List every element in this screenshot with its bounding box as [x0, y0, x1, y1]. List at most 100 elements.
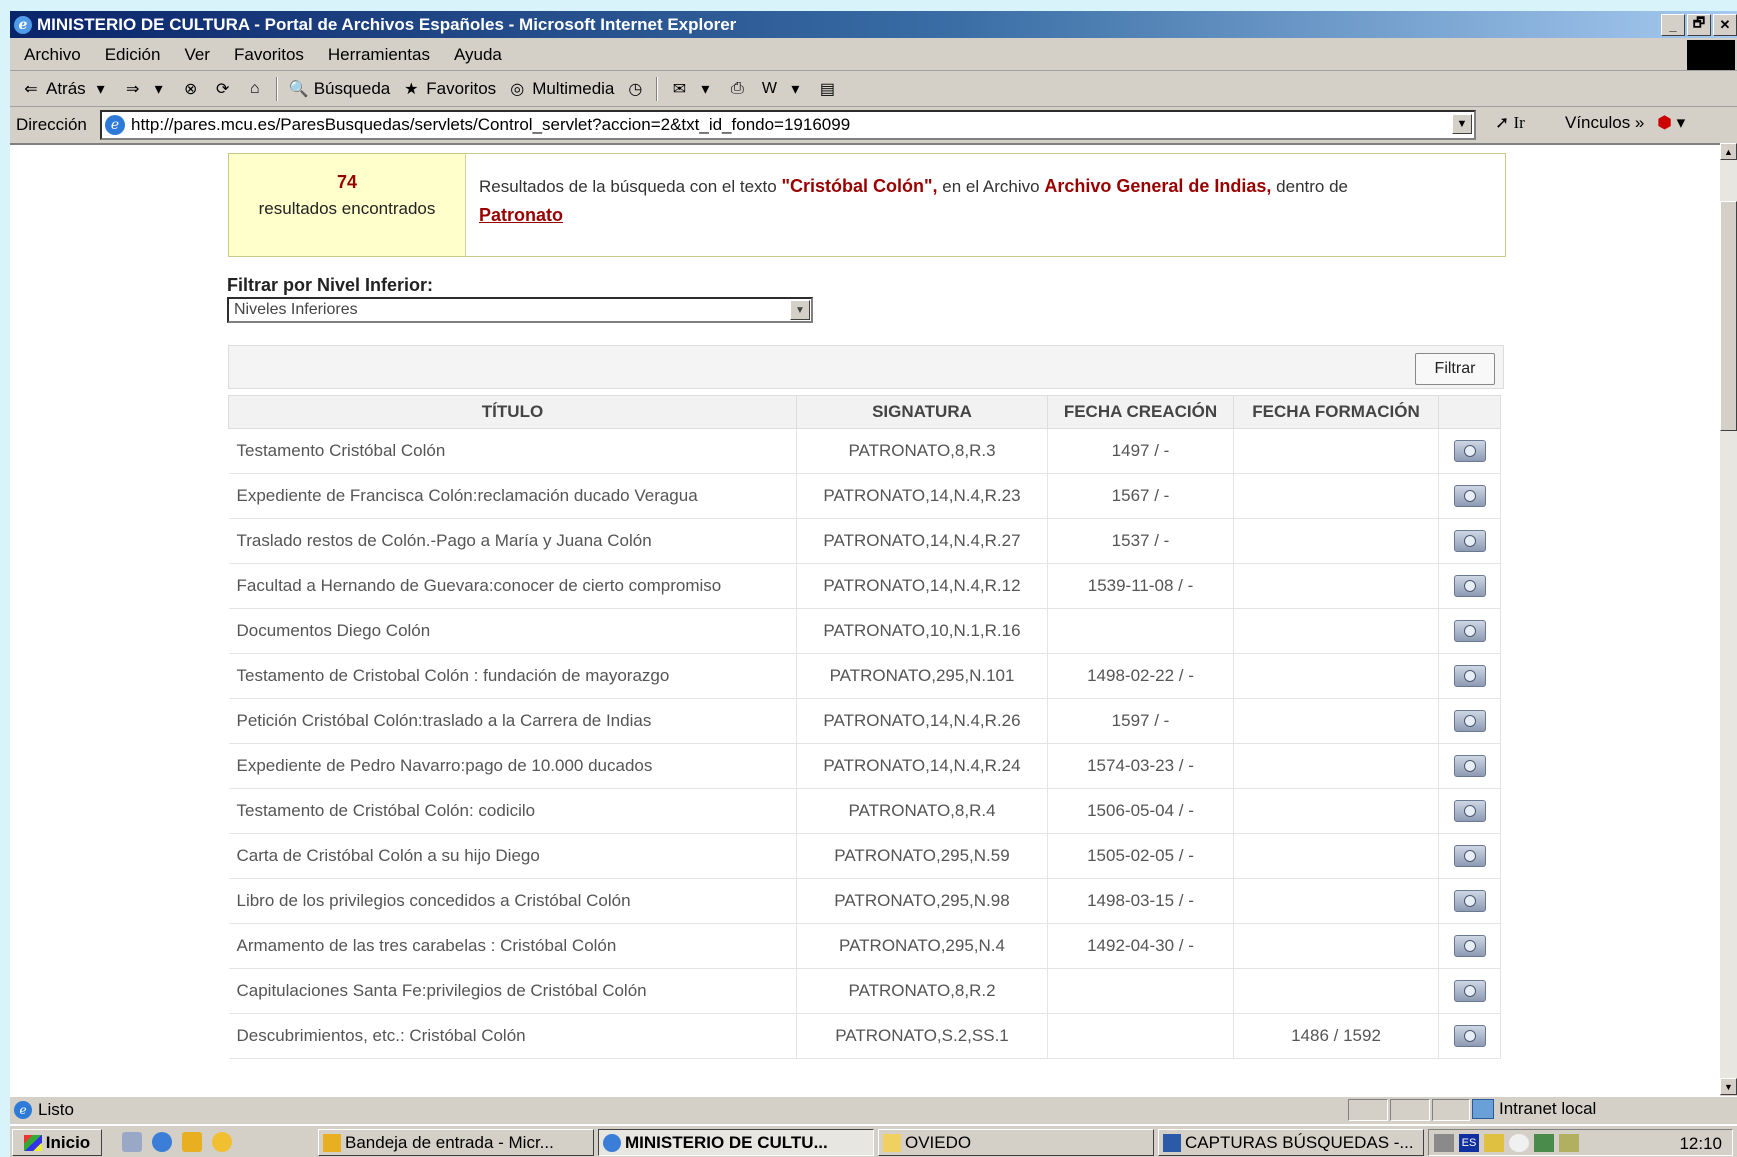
- menu-archivo[interactable]: Archivo: [24, 45, 81, 65]
- cell-titulo[interactable]: Carta de Cristóbal Colón a su hijo Diego: [228, 833, 797, 879]
- favorites-button[interactable]: ★ Favoritos: [400, 78, 496, 100]
- tray-app-icon[interactable]: [1559, 1133, 1579, 1152]
- cell-image[interactable]: [1438, 428, 1501, 474]
- cell-titulo[interactable]: Documentos Diego Colón: [228, 608, 797, 654]
- table-row[interactable]: Descubrimientos, etc.: Cristóbal Colón PA…: [228, 1013, 1501, 1059]
- camera-icon[interactable]: [1453, 980, 1486, 1002]
- desktop-icon[interactable]: [122, 1132, 142, 1152]
- ie-quick-icon[interactable]: [152, 1132, 172, 1152]
- task-capturas[interactable]: CAPTURAS BÚSQUEDAS -...: [1158, 1129, 1424, 1156]
- cell-image[interactable]: [1438, 473, 1501, 519]
- table-row[interactable]: Expediente de Pedro Navarro:pago de 10.0…: [228, 743, 1501, 789]
- menu-herramientas[interactable]: Herramientas: [328, 45, 430, 65]
- print-button[interactable]: ⎙: [726, 78, 748, 100]
- camera-icon[interactable]: [1453, 440, 1486, 462]
- discuss-button[interactable]: ▤: [816, 78, 838, 100]
- cell-titulo[interactable]: Facultad a Hernando de Guevara:conocer d…: [228, 563, 797, 609]
- network-icon[interactable]: [1534, 1133, 1554, 1152]
- cell-titulo[interactable]: Expediente de Francisca Colón:reclamació…: [228, 473, 797, 519]
- stop-button[interactable]: ⊗: [180, 78, 202, 100]
- header-fecha-creacion[interactable]: FECHA CREACIÓN: [1047, 395, 1234, 429]
- scroll-down-button[interactable]: ▼: [1720, 1078, 1737, 1095]
- menu-ayuda[interactable]: Ayuda: [454, 45, 502, 65]
- table-row[interactable]: Capitulaciones Santa Fe:privilegios de C…: [228, 968, 1501, 1014]
- language-indicator[interactable]: ES: [1459, 1133, 1479, 1152]
- tray-app-icon[interactable]: [1484, 1133, 1504, 1152]
- forward-button[interactable]: ⇒ ▾: [122, 78, 170, 100]
- cell-image[interactable]: [1438, 563, 1501, 609]
- cell-titulo[interactable]: Testamento de Cristobal Colón : fundació…: [228, 653, 797, 699]
- header-fecha-formacion[interactable]: FECHA FORMACIÓN: [1233, 395, 1439, 429]
- start-button[interactable]: Inicio: [12, 1129, 102, 1156]
- minimize-button[interactable]: _: [1661, 14, 1685, 36]
- history-button[interactable]: ◷: [624, 78, 646, 100]
- close-button[interactable]: ✕: [1713, 14, 1737, 36]
- camera-icon[interactable]: [1453, 845, 1486, 867]
- menu-edicion[interactable]: Edición: [105, 45, 161, 65]
- camera-icon[interactable]: [1453, 620, 1486, 642]
- dropdown-arrow-icon[interactable]: ▾: [148, 78, 170, 100]
- edit-button[interactable]: W ▾: [758, 78, 806, 100]
- scroll-thumb[interactable]: [1720, 201, 1737, 431]
- cell-image[interactable]: [1438, 968, 1501, 1014]
- table-row[interactable]: Libro de los privilegios concedidos a Cr…: [228, 878, 1501, 924]
- back-button[interactable]: ⇐ Atrás ▾: [20, 78, 112, 100]
- table-row[interactable]: Armamento de las tres carabelas : Cristó…: [228, 923, 1501, 969]
- table-row[interactable]: Traslado restos de Colón.-Pago a María y…: [228, 518, 1501, 564]
- chevron-down-icon[interactable]: ▼: [790, 300, 810, 320]
- camera-icon[interactable]: [1453, 935, 1486, 957]
- go-button[interactable]: ➚ Ir: [1495, 113, 1525, 133]
- table-row[interactable]: Expediente de Francisca Colón:reclamació…: [228, 473, 1501, 519]
- links-button[interactable]: Vínculos » ⬢ ▾: [1565, 113, 1685, 133]
- table-row[interactable]: Documentos Diego Colón PATRONATO,10,N.1,R…: [228, 608, 1501, 654]
- cell-image[interactable]: [1438, 653, 1501, 699]
- dropdown-arrow-icon[interactable]: ▾: [784, 78, 806, 100]
- camera-icon[interactable]: [1453, 530, 1486, 552]
- level-select[interactable]: Niveles Inferiores ▼: [227, 297, 813, 323]
- cell-image[interactable]: [1438, 518, 1501, 564]
- cell-image[interactable]: [1438, 833, 1501, 879]
- table-row[interactable]: Facultad a Hernando de Guevara:conocer d…: [228, 563, 1501, 609]
- cell-image[interactable]: [1438, 608, 1501, 654]
- cell-titulo[interactable]: Armamento de las tres carabelas : Cristó…: [228, 923, 797, 969]
- cell-image[interactable]: [1438, 878, 1501, 924]
- task-ministerio[interactable]: MINISTERIO DE CULTU...: [598, 1129, 874, 1156]
- menu-ver[interactable]: Ver: [184, 45, 210, 65]
- camera-icon[interactable]: [1453, 575, 1486, 597]
- cell-titulo[interactable]: Testamento de Cristóbal Colón: codicilo: [228, 788, 797, 834]
- tray-app-icon[interactable]: [1509, 1133, 1529, 1152]
- camera-icon[interactable]: [1453, 1025, 1486, 1047]
- table-row[interactable]: Testamento de Cristóbal Colón: codicilo P…: [228, 788, 1501, 834]
- search-button[interactable]: 🔍 Búsqueda: [288, 78, 391, 100]
- table-row[interactable]: Petición Cristóbal Colón:traslado a la C…: [228, 698, 1501, 744]
- home-button[interactable]: ⌂: [244, 78, 266, 100]
- header-titulo[interactable]: TÍTULO: [228, 395, 797, 429]
- table-row[interactable]: Testamento de Cristobal Colón : fundació…: [228, 653, 1501, 699]
- cell-titulo[interactable]: Traslado restos de Colón.-Pago a María y…: [228, 518, 797, 564]
- address-dropdown-button[interactable]: ▼: [1452, 114, 1472, 134]
- cell-titulo[interactable]: Libro de los privilegios concedidos a Cr…: [228, 878, 797, 924]
- fondo-link[interactable]: Patronato: [479, 205, 563, 225]
- cell-titulo[interactable]: Testamento Cristóbal Colón: [228, 428, 797, 474]
- cell-titulo[interactable]: Descubrimientos, etc.: Cristóbal Colón: [228, 1013, 797, 1059]
- table-row[interactable]: Testamento Cristóbal Colón PATRONATO,8,R.…: [228, 428, 1501, 474]
- restore-button[interactable]: 🗗: [1687, 14, 1711, 36]
- volume-icon[interactable]: [1434, 1133, 1454, 1152]
- vertical-scrollbar[interactable]: ▲ ▼: [1720, 143, 1737, 1095]
- cell-image[interactable]: [1438, 923, 1501, 969]
- refresh-button[interactable]: ⟳: [212, 78, 234, 100]
- cell-titulo[interactable]: Petición Cristóbal Colón:traslado a la C…: [228, 698, 797, 744]
- table-row[interactable]: Carta de Cristóbal Colón a su hijo Diego…: [228, 833, 1501, 879]
- media-player-icon[interactable]: [212, 1132, 232, 1152]
- cell-titulo[interactable]: Expediente de Pedro Navarro:pago de 10.0…: [228, 743, 797, 789]
- mail-button[interactable]: ✉ ▾: [668, 78, 716, 100]
- camera-icon[interactable]: [1453, 800, 1486, 822]
- address-input[interactable]: e http://pares.mcu.es/ParesBusquedas/ser…: [100, 110, 1476, 140]
- outlook-quick-icon[interactable]: [182, 1132, 202, 1152]
- dropdown-arrow-icon[interactable]: ▾: [90, 78, 112, 100]
- cell-image[interactable]: [1438, 1013, 1501, 1059]
- camera-icon[interactable]: [1453, 485, 1486, 507]
- camera-icon[interactable]: [1453, 890, 1486, 912]
- dropdown-arrow-icon[interactable]: ▾: [694, 78, 716, 100]
- cell-titulo[interactable]: Capitulaciones Santa Fe:privilegios de C…: [228, 968, 797, 1014]
